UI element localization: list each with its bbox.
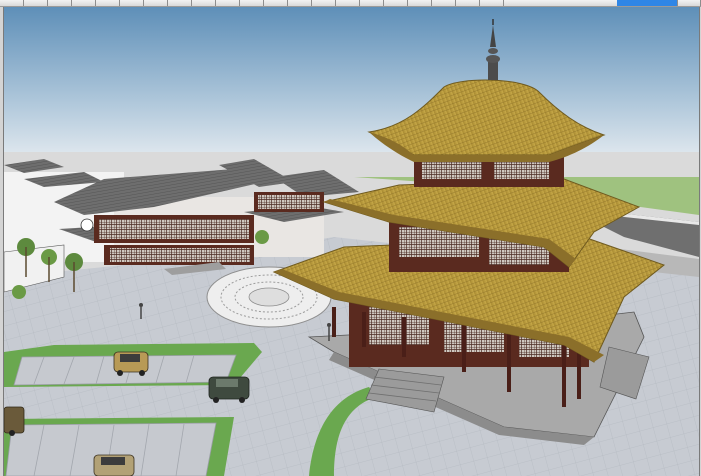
toolbar-button[interactable] [264,0,288,6]
toolbar-button[interactable] [480,0,504,6]
toolbar-button[interactable] [48,0,72,6]
toolbar [0,0,701,7]
toolbar-button[interactable] [96,0,120,6]
toolbar-button[interactable] [0,0,24,6]
toolbar-button[interactable] [144,0,168,6]
toolbar-active-button[interactable] [617,0,677,6]
toolbar-button[interactable] [288,0,312,6]
toolbar-button[interactable] [432,0,456,6]
model-viewport[interactable] [3,7,700,476]
car-icon [4,406,25,436]
toolbar-button[interactable] [216,0,240,6]
toolbar-button[interactable] [408,0,432,6]
car-icon [93,454,135,476]
toolbar-button[interactable] [120,0,144,6]
toolbar-button[interactable] [360,0,384,6]
scene-canvas [4,7,699,476]
toolbar-button[interactable] [192,0,216,6]
toolbar-button[interactable] [24,0,48,6]
toolbar-button[interactable] [240,0,264,6]
toolbar-button[interactable] [312,0,336,6]
sky-background [4,7,699,167]
toolbar-button[interactable] [456,0,480,6]
toolbar-button[interactable] [677,0,701,6]
app-window [0,0,701,476]
car-icon [113,351,149,376]
toolbar-button[interactable] [384,0,408,6]
toolbar-button[interactable] [72,0,96,6]
toolbar-button[interactable] [168,0,192,6]
car-icon [208,376,250,403]
toolbar-button[interactable] [336,0,360,6]
